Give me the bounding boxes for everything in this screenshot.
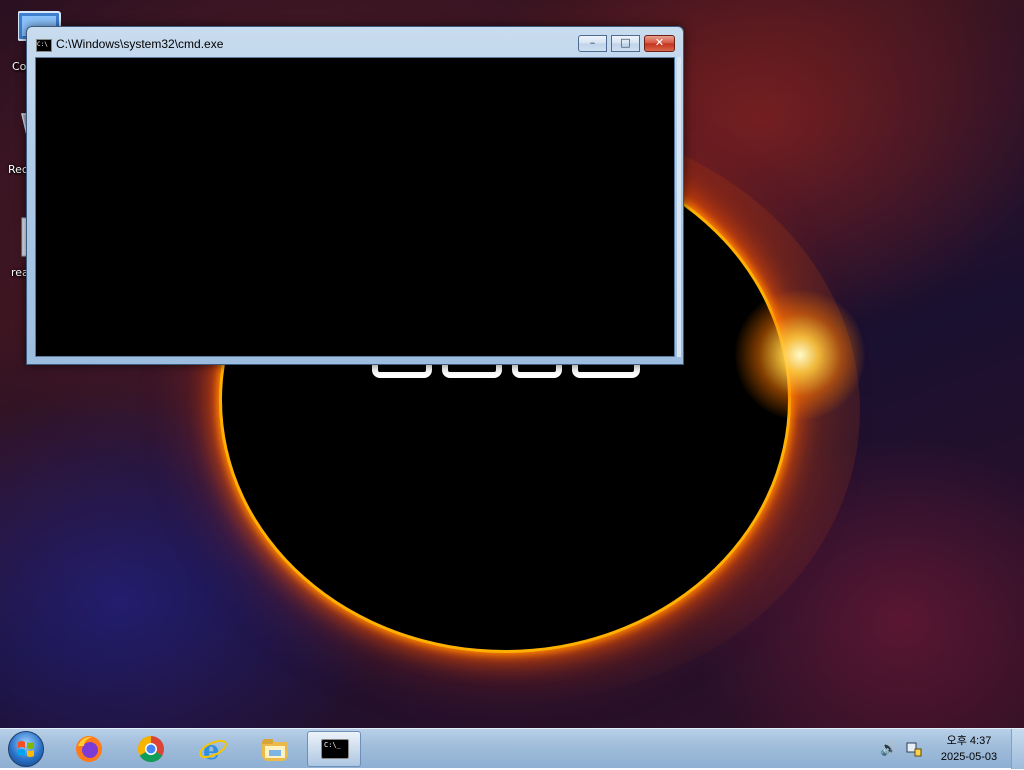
taskbar-app-file-explorer[interactable] (248, 731, 302, 767)
svg-text:e: e (203, 736, 220, 764)
start-button[interactable] (8, 731, 44, 767)
close-icon: ✕ (654, 36, 665, 49)
network-icon[interactable] (906, 741, 922, 757)
taskbar-app-chrome[interactable] (124, 731, 178, 767)
window-frame-edge (677, 57, 681, 357)
chrome-icon (137, 735, 164, 763)
system-clock[interactable]: 오후 4:37 2025-05-03 (928, 733, 1010, 765)
close-button[interactable]: ✕ (644, 35, 675, 52)
console-output[interactable] (35, 57, 675, 357)
maximize-icon: □ (620, 36, 631, 49)
taskbar-app-cmd[interactable]: C:\_ (307, 731, 361, 767)
volume-icon[interactable]: 🔊 (880, 741, 897, 757)
console-icon: C:\_ (321, 739, 349, 759)
show-desktop-button[interactable] (1011, 729, 1024, 769)
taskbar: e C:\_ 🔊 오후 4:37 2025-05-03 (0, 728, 1024, 769)
taskbar-app-firefox[interactable] (62, 731, 116, 767)
clock-date: 2025-05-03 (940, 751, 998, 763)
maximize-button[interactable]: □ (611, 35, 640, 52)
taskbar-app-internet-explorer[interactable]: e (186, 731, 240, 767)
clock-time: 오후 4:37 (946, 735, 992, 747)
cmd-window[interactable]: C:\ C:\Windows\system32\cmd.exe – □ ✕ (26, 26, 684, 365)
minimize-icon: – (589, 36, 596, 49)
firefox-icon (76, 736, 102, 762)
folder-icon (262, 739, 288, 761)
console-icon: C:\ (36, 39, 52, 52)
internet-explorer-icon: e (199, 736, 227, 764)
minimize-button[interactable]: – (578, 35, 607, 52)
wallpaper-flare (735, 290, 865, 420)
windows-logo-icon (18, 741, 34, 757)
window-title: C:\Windows\system32\cmd.exe (56, 37, 224, 51)
title-bar[interactable]: C:\ C:\Windows\system32\cmd.exe – □ ✕ (27, 27, 683, 57)
